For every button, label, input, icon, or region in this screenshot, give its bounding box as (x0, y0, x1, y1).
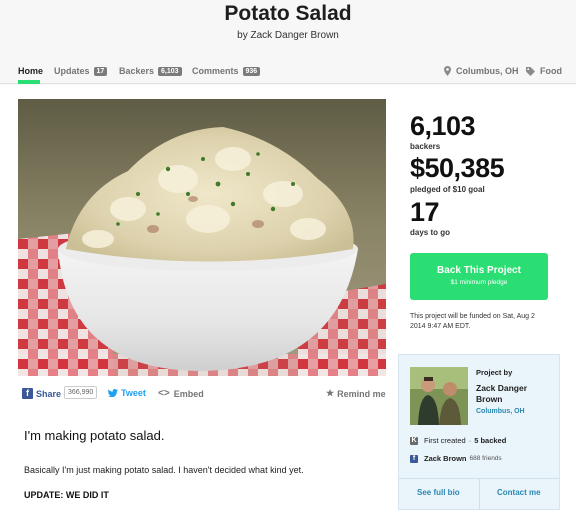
tab-comments[interactable]: Comments 936 (192, 66, 261, 76)
days-to-go-label: days to go (410, 228, 451, 237)
location-link[interactable]: Columbus, OH (444, 66, 519, 76)
creator-name-line2[interactable]: Brown (476, 394, 502, 404)
location-label: Columbus, OH (456, 66, 519, 76)
project-byline[interactable]: by Zack Danger Brown (0, 30, 576, 41)
location-pin-icon (444, 66, 451, 76)
backers-label: backers (410, 142, 441, 151)
project-title: Potato Salad (224, 2, 352, 25)
tab-home[interactable]: Home (18, 66, 43, 76)
tweet-button[interactable]: Tweet (108, 388, 146, 398)
project-by-label: Project by (476, 368, 513, 377)
creator-location[interactable]: Columbus, OH (476, 408, 525, 415)
description-headline: I'm making potato salad. (24, 428, 165, 443)
funding-deadline-note: This project will be funded on Sat, Aug … (410, 313, 535, 330)
back-project-label: Back This Project (437, 265, 521, 276)
facebook-icon: f (22, 388, 33, 399)
facebook-share-button[interactable]: f Share (22, 388, 61, 399)
tab-home-label: Home (18, 66, 44, 76)
backed-count: 5 backed (474, 436, 507, 445)
updates-count-badge: 17 (93, 66, 108, 76)
tab-backers-label: Backers (119, 66, 155, 76)
project-nav: Home Updates 17 Backers 6,103 Comments 9… (0, 60, 576, 84)
category-label: Food (540, 66, 562, 76)
project-header: Potato Salad by Zack Danger Brown (0, 0, 576, 60)
twitter-icon (108, 389, 118, 397)
remind-label: Remind me (337, 388, 386, 399)
tab-active-indicator (18, 80, 40, 84)
potato-salad-photo (18, 99, 386, 376)
embed-button[interactable]: <> Embed (158, 388, 204, 399)
code-icon: <> (158, 388, 170, 399)
contact-me-button[interactable]: Contact me (497, 488, 541, 497)
kickstarter-k-icon: K (410, 436, 418, 445)
remind-me-button[interactable]: ★ Remind me (326, 388, 386, 399)
facebook-friends: 688 friends (469, 455, 502, 462)
creator-name-line1[interactable]: Zack Danger (476, 383, 527, 393)
description-paragraph: Basically I'm just making potato salad. … (24, 465, 304, 475)
first-created-label: First created (424, 436, 466, 445)
see-full-bio-button[interactable]: See full bio (417, 488, 460, 497)
creator-card: Project by Zack Danger Brown Columbus, O… (398, 354, 560, 510)
separator-dot: · (468, 436, 472, 445)
creator-history: K First created · 5 backed (410, 436, 506, 445)
tab-updates[interactable]: Updates 17 (54, 66, 108, 76)
creator-facebook: f Zack Brown 688 friends (410, 454, 502, 463)
pledged-amount: $50,385 (410, 153, 505, 183)
backers-count-badge: 6,103 (158, 66, 182, 76)
creator-photo (410, 367, 468, 425)
project-main: f Share 366,990 Tweet <> Embed ★ Remind … (0, 85, 576, 514)
tab-comments-label: Comments (192, 66, 239, 76)
back-project-button[interactable]: Back This Project $1 minimum pledge (410, 253, 548, 300)
description-update: UPDATE: WE DID IT (24, 490, 109, 500)
facebook-small-icon: f (410, 454, 418, 463)
star-icon: ★ (326, 388, 335, 398)
days-to-go-count: 17 (410, 197, 440, 227)
category-link[interactable]: Food (526, 66, 562, 76)
share-label: Share (36, 388, 62, 399)
embed-label: Embed (173, 388, 204, 399)
tab-updates-label: Updates (54, 66, 90, 76)
tab-backers[interactable]: Backers 6,103 (119, 66, 182, 76)
card-button-divider (479, 478, 480, 510)
backers-count: 6,103 (410, 111, 476, 141)
tweet-label: Tweet (121, 388, 146, 398)
share-count: 366,990 (64, 386, 98, 399)
comments-count-badge: 936 (242, 66, 261, 76)
tag-icon (526, 66, 535, 76)
creator-avatar[interactable] (410, 367, 468, 425)
minimum-pledge-label: $1 minimum pledge (450, 279, 508, 286)
facebook-name[interactable]: Zack Brown (424, 454, 467, 463)
share-bar: f Share 366,990 Tweet <> Embed ★ Remind … (18, 386, 386, 404)
pledged-label: pledged of $10 goal (410, 185, 485, 194)
project-video[interactable] (18, 99, 386, 376)
